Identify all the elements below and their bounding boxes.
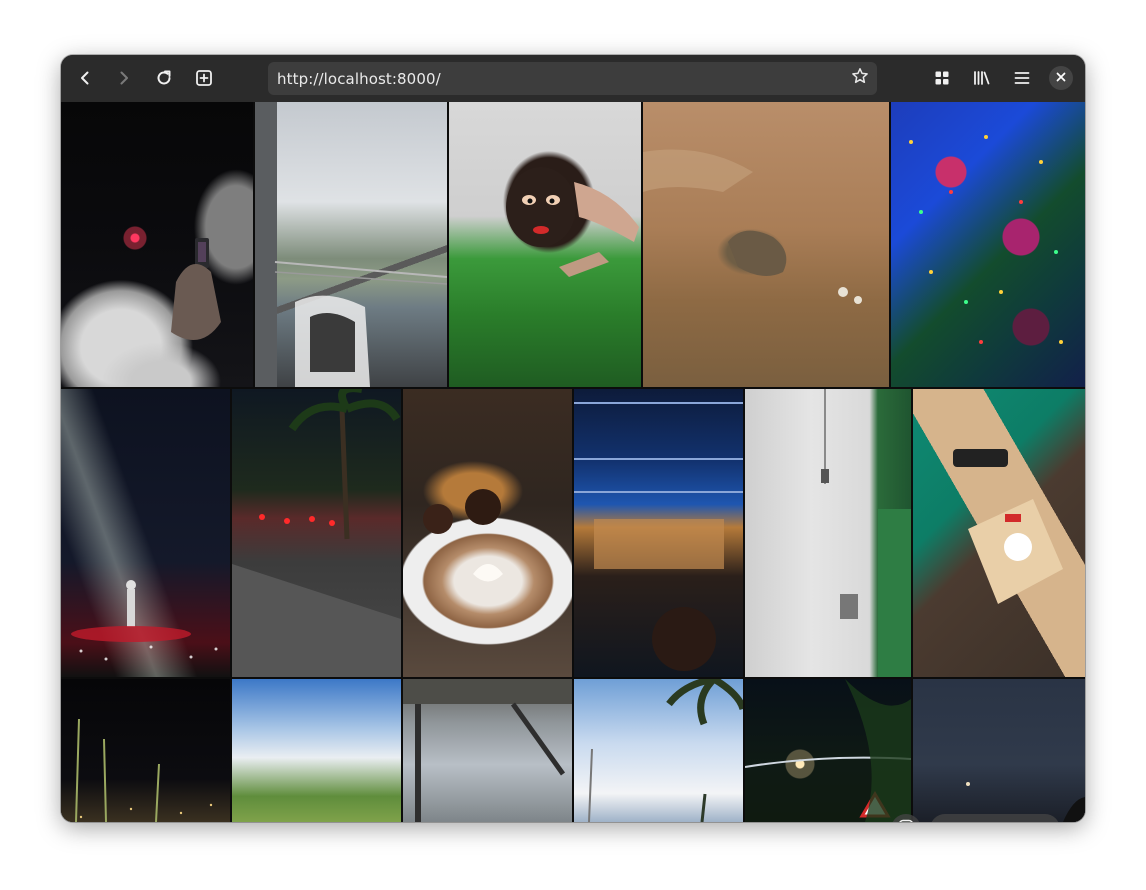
photo-sky-palm[interactable]	[574, 679, 743, 822]
photo-lakeside-road[interactable]	[255, 102, 447, 387]
back-icon	[77, 70, 93, 86]
menu-button[interactable]	[1006, 63, 1038, 93]
photo-dusk[interactable]	[913, 679, 1085, 822]
instagram-icon	[898, 819, 914, 822]
photo-frog[interactable]	[643, 102, 889, 387]
photo-palm-street[interactable]	[232, 389, 401, 677]
forward-icon	[116, 70, 132, 86]
new-tab-button[interactable]	[188, 63, 220, 93]
library-button[interactable]	[966, 63, 998, 93]
reload-icon	[155, 69, 173, 87]
forward-button[interactable]	[108, 63, 140, 93]
photo-night-plants[interactable]	[61, 679, 230, 822]
star-icon	[851, 67, 869, 90]
photo-green-hills[interactable]	[232, 679, 401, 822]
bookmark-button[interactable]	[849, 67, 871, 89]
photo-concert-stage[interactable]	[574, 389, 743, 677]
reload-button[interactable]	[148, 63, 180, 93]
library-icon	[973, 70, 991, 86]
photo-christmas-tree[interactable]	[891, 102, 1085, 387]
grid-icon	[934, 70, 950, 86]
url-text[interactable]: http://localhost:8000/	[277, 70, 441, 88]
new-tab-icon	[195, 69, 213, 87]
photo-window-view[interactable]	[403, 679, 572, 822]
back-button[interactable]	[69, 63, 101, 93]
photo-hallway[interactable]	[745, 389, 911, 677]
browser-toolbar: http://localhost:8000/	[61, 55, 1085, 103]
photo-concert-spotlight[interactable]	[61, 389, 230, 677]
grid-button[interactable]	[926, 63, 958, 93]
photo-fireworks[interactable]	[61, 102, 253, 387]
window-close-button[interactable]	[1049, 66, 1073, 90]
photo-doll[interactable]	[449, 102, 641, 387]
browser-window: http://localhost:8000/	[61, 55, 1085, 822]
photo-street-night[interactable]	[745, 679, 911, 822]
close-icon	[1056, 69, 1066, 87]
copyright-text: © 2024 VIXALIEN	[930, 814, 1060, 822]
address-bar[interactable]: http://localhost:8000/	[268, 62, 877, 95]
photo-kfc-bag[interactable]	[913, 389, 1085, 677]
photo-coffee-pastries[interactable]	[403, 389, 572, 677]
photo-gallery: © 2024 VIXALIEN	[61, 102, 1085, 822]
menu-icon	[1014, 71, 1030, 85]
